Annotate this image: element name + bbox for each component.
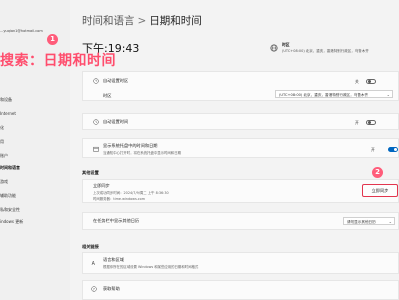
help-title: 获取帮助 <box>103 286 120 291</box>
auto-timezone-card: 自动设置时区 关 时区 (UTC+08:00) 北京，重庆，香港特别行政区，乌鲁… <box>82 71 399 101</box>
svg-text:?: ? <box>93 287 95 291</box>
calendar-label: 在任务栏中显示其他日历 <box>93 218 140 223</box>
auto-time-toggle[interactable] <box>366 120 376 125</box>
toggle-knob <box>367 121 371 125</box>
sidebar-item-bluetooth[interactable]: 和设备 <box>0 97 12 103</box>
svg-text:A: A <box>92 261 96 266</box>
sync-server: 时间服务器：time.windows.com <box>93 197 146 201</box>
auto-timezone-state: 关 <box>355 79 359 84</box>
taskbar-clock-sub: 当通知中心打开时，将在系统托盘中显示时间和日期 <box>103 151 181 155</box>
timezone-row-label: 时区 <box>103 93 112 98</box>
account-email: ...yuqian1@hotmail.com <box>0 29 43 33</box>
sync-card: 立即同步 上次成功同步时间：2024/7/9/周二 上午 8:36:30 时间服… <box>82 179 399 203</box>
timezone-label: 时区 <box>282 42 290 47</box>
step-badge-1: 1 <box>47 34 58 45</box>
sidebar-item-time-language[interactable]: 时间和语言 <box>0 165 20 171</box>
sidebar: ...yuqian1@hotmail.com 和设备 Internet 化 用 … <box>0 0 70 300</box>
sync-title: 立即同步 <box>93 183 110 188</box>
help-card[interactable]: ? 获取帮助 <box>82 280 399 300</box>
breadcrumb: 时间和语言 > 日期和时间 <box>82 13 202 28</box>
sidebar-item-network[interactable]: Internet <box>0 111 16 116</box>
sidebar-item-personalization[interactable]: 化 <box>0 125 4 131</box>
language-icon: A <box>92 261 96 266</box>
chevron-down-icon: ⌄ <box>388 219 392 224</box>
taskbar-clock-card: 显示系统托盘中的时间和日期 当通知中心打开时，将在系统托盘中显示时间和日期 开 <box>82 138 399 158</box>
auto-timezone-toggle[interactable] <box>366 79 376 84</box>
chevron-down-icon: ⌄ <box>386 92 390 97</box>
auto-time-label: 自动设置时间 <box>103 119 129 124</box>
taskbar-clock-label: 显示系统托盘中的时间和日期 <box>103 143 158 148</box>
calendar-card: 在任务栏中显示其他日历 请勿显示其他日历 ⌄ <box>82 212 399 230</box>
taskbar-clock-state: 开 <box>371 147 375 152</box>
sidebar-item-windows-update[interactable]: indows 更新 <box>0 219 23 225</box>
language-region-card[interactable]: A 语言和区域 根据你所在的区域设置 Windows 和某些应用的日期和时间格式 <box>82 252 399 274</box>
toggle-knob <box>394 148 398 152</box>
auto-timezone-label: 自动设置时区 <box>103 78 129 83</box>
additional-settings-title: 其他设置 <box>82 170 99 175</box>
timezone-dropdown-value: (UTC+08:00) 北京，重庆，香港特别行政区，乌鲁木齐 <box>279 93 369 97</box>
auto-time-state: 开 <box>355 120 359 125</box>
clock-icon <box>93 119 99 125</box>
auto-time-card: 自动设置时间 开 <box>82 113 399 130</box>
calendar-dropdown-value: 请勿显示其他日历 <box>347 220 376 224</box>
calendar-dropdown[interactable]: 请勿显示其他日历 ⌄ <box>343 217 395 225</box>
sidebar-item-accounts[interactable]: 账户 <box>0 153 8 159</box>
language-region-sub: 根据你所在的区域设置 Windows 和某些应用的日期和时间格式 <box>103 265 199 269</box>
sync-last-time: 上次成功同步时间：2024/7/9/周二 上午 8:36:30 <box>93 191 169 195</box>
sync-now-button[interactable]: 立即同步 <box>362 184 398 197</box>
timezone-value: (UTC+08:00) 北京，重庆，香港特别行政区，乌鲁木齐 <box>282 49 369 53</box>
sidebar-item-accessibility[interactable]: 辅助功能 <box>0 193 16 199</box>
related-links-title: 相关链接 <box>82 244 99 249</box>
breadcrumb-separator: > <box>137 15 147 27</box>
sidebar-item-privacy[interactable]: 私和安全性 <box>0 207 20 213</box>
search-annotation: 搜索：日期和时间 <box>0 53 116 69</box>
globe-icon <box>270 44 278 52</box>
taskbar-clock-toggle[interactable] <box>388 147 398 152</box>
language-region-title: 语言和区域 <box>103 257 124 262</box>
step-badge-2: 2 <box>372 167 383 178</box>
page-title: 日期和时间 <box>149 15 202 27</box>
sidebar-item-apps[interactable]: 用 <box>0 139 4 145</box>
help-icon: ? <box>91 286 97 292</box>
toggle-knob <box>367 80 371 84</box>
globe-clock-icon <box>93 78 99 84</box>
calendar-clock-icon <box>93 146 99 152</box>
breadcrumb-parent[interactable]: 时间和语言 <box>82 15 135 27</box>
sidebar-item-gaming[interactable]: 游戏 <box>0 179 8 185</box>
timezone-dropdown[interactable]: (UTC+08:00) 北京，重庆，香港特别行政区，乌鲁木齐 ⌄ <box>275 90 393 98</box>
